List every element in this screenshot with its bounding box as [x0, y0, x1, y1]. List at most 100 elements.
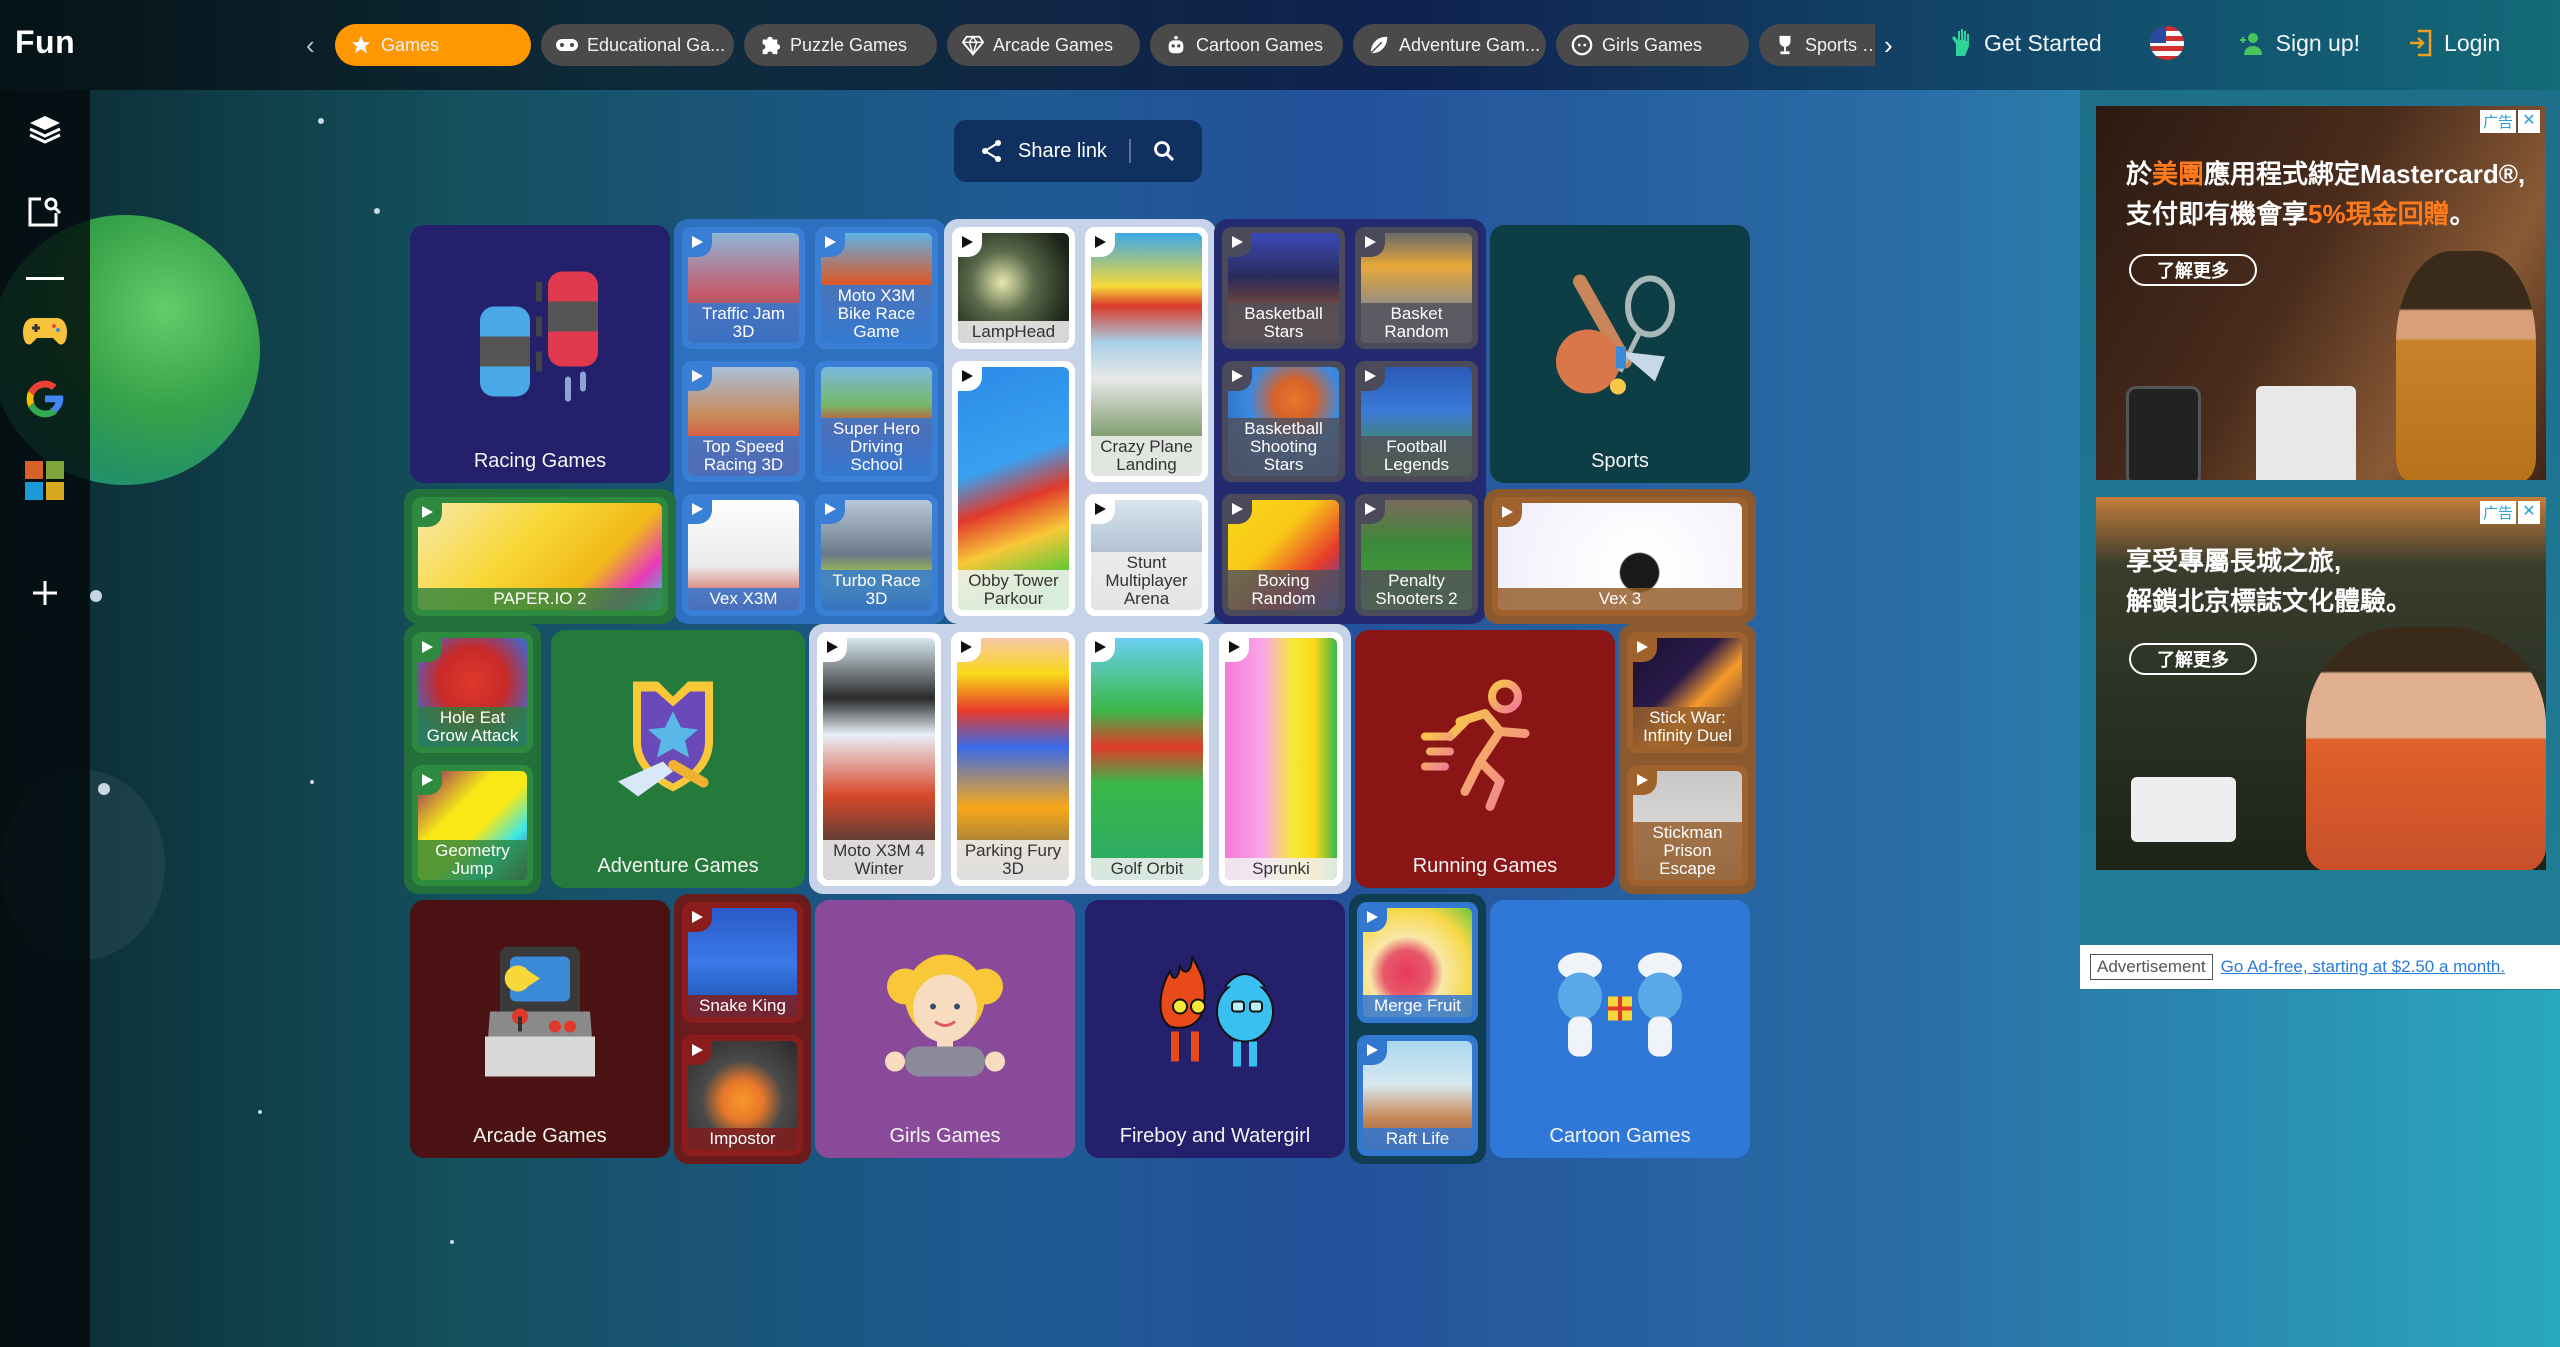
tabs-prev-arrow[interactable]: ‹ — [306, 30, 315, 61]
game-tile[interactable]: PAPER.IO 2 — [412, 497, 668, 616]
shield-sword-icon — [603, 666, 753, 821]
add-user-icon — [2238, 31, 2264, 55]
ad-person-image — [2396, 251, 2536, 480]
category-racing-games[interactable]: Racing Games — [410, 225, 670, 483]
racing-games-group: Traffic Jam 3D Moto X3M Bike Race Game T… — [674, 219, 946, 624]
tab-girls-games[interactable]: Girls Games — [1556, 24, 1749, 66]
plus-icon — [32, 580, 58, 611]
ad-headline: 於美團應用程式綁定Mastercard®, 支付即有機會享5%現金回贈。 — [2126, 159, 2526, 229]
game-tile[interactable]: Penalty Shooters 2 — [1355, 494, 1478, 616]
game-tile[interactable]: Crazy Plane Landing — [1085, 227, 1208, 483]
game-tile[interactable]: Basket Random — [1355, 227, 1478, 349]
search-page-button[interactable] — [22, 190, 68, 236]
game-tile[interactable]: Traffic Jam 3D — [682, 227, 805, 349]
get-started-button[interactable]: Get Started — [1950, 28, 2102, 58]
game-tile[interactable]: Raft Life — [1357, 1035, 1478, 1156]
google-button[interactable] — [22, 378, 68, 424]
arcade-machine-icon — [470, 936, 610, 1091]
game-tile[interactable]: LampHead — [952, 227, 1075, 349]
play-icon — [1085, 227, 1115, 257]
game-tile[interactable]: Geometry Jump — [412, 765, 533, 886]
game-tile[interactable]: Basketball Shooting Stars — [1222, 360, 1345, 483]
tab-educational-games[interactable]: Educational Ga... — [541, 24, 734, 66]
game-tile[interactable]: Golf Orbit — [1085, 632, 1209, 886]
game-tile[interactable]: Stick War: Infinity Duel — [1627, 632, 1748, 753]
account-actions: Get Started Sign up! Login — [1950, 26, 2548, 60]
close-ad-icon[interactable]: ✕ — [2518, 501, 2540, 524]
tab-adventure-games[interactable]: Adventure Gam... — [1353, 24, 1546, 66]
ad-learn-more-button[interactable]: 了解更多 — [2129, 254, 2257, 286]
puzzle-icon — [758, 33, 782, 57]
play-icon — [1357, 902, 1387, 932]
game-tile[interactable]: Moto X3M 4 Winter — [817, 632, 941, 886]
game-tile[interactable]: Football Legends — [1355, 360, 1478, 483]
top-navigation-bar: Fun ‹ Games Educational Ga... Puzzle Gam… — [0, 0, 2560, 90]
star — [310, 780, 314, 784]
layers-button[interactable] — [22, 108, 68, 154]
ad-person-image — [2306, 627, 2546, 870]
game-tile[interactable]: Moto X3M Bike Race Game — [815, 227, 938, 349]
games-button[interactable] — [22, 310, 68, 356]
star — [318, 118, 324, 124]
sidebar-divider — [26, 277, 64, 280]
play-icon — [682, 360, 712, 391]
running-person-icon — [1415, 671, 1555, 816]
site-logo[interactable]: Fun — [15, 24, 75, 61]
star — [258, 1110, 262, 1114]
go-ad-free-link[interactable]: Go Ad-free, starting at $2.50 a month. — [2221, 957, 2505, 977]
game-tile[interactable]: Stickman Prison Escape — [1627, 765, 1748, 886]
star — [450, 1240, 454, 1244]
game-tile[interactable]: Hole Eat Grow Attack — [412, 632, 533, 753]
category-arcade-games[interactable]: Arcade Games — [410, 900, 670, 1158]
share-search-bar: Share link — [954, 120, 1202, 182]
game-tile[interactable]: Sprunki — [1219, 632, 1343, 886]
sign-up-button[interactable]: Sign up! — [2238, 30, 2360, 57]
game-tile[interactable]: Super Hero Driving School — [815, 360, 938, 483]
search-icon[interactable] — [1153, 140, 1175, 162]
advertisement-banner-1[interactable]: 广告 ✕ 於美團應用程式綁定Mastercard®, 支付即有機會享5%現金回贈… — [2096, 106, 2546, 480]
language-flag-us[interactable] — [2149, 26, 2184, 60]
tabs-next-arrow[interactable]: › — [1884, 30, 1893, 61]
tab-puzzle-games[interactable]: Puzzle Games — [744, 24, 937, 66]
category-tabs: Games Educational Ga... Puzzle Games Arc… — [335, 24, 1875, 66]
tab-games[interactable]: Games — [335, 24, 531, 66]
category-running-games[interactable]: Running Games — [1355, 630, 1615, 888]
game-tile[interactable]: Parking Fury 3D — [951, 632, 1075, 886]
login-button[interactable]: Login — [2408, 29, 2500, 57]
microsoft-button[interactable] — [22, 460, 68, 506]
game-tile[interactable]: Stunt Multiplayer Arena — [1085, 494, 1208, 616]
game-tile[interactable]: Boxing Random — [1222, 494, 1345, 616]
game-tile[interactable]: Impostor — [682, 1035, 803, 1156]
tab-sports-games[interactable]: Sports Gar — [1759, 24, 1875, 66]
game-tile[interactable]: Basketball Stars — [1222, 227, 1345, 349]
tab-arcade-games[interactable]: Arcade Games — [947, 24, 1140, 66]
game-tile[interactable]: Vex X3M — [682, 494, 805, 616]
category-sports[interactable]: Sports — [1490, 225, 1750, 483]
category-fireboy-and-watergirl[interactable]: Fireboy and Watergirl — [1085, 900, 1345, 1158]
add-button[interactable] — [22, 572, 68, 618]
play-icon — [1627, 765, 1657, 795]
game-tile[interactable]: Vex 3 — [1492, 497, 1748, 616]
game-tile[interactable]: Top Speed Racing 3D — [682, 360, 805, 483]
play-icon — [1085, 494, 1115, 525]
featured-games-group: LampHead Crazy Plane Landing Obby Tower … — [944, 219, 1216, 624]
game-tile[interactable]: Obby Tower Parkour — [952, 360, 1075, 616]
play-icon — [682, 227, 712, 257]
share-link-button[interactable]: Share link — [980, 139, 1107, 163]
category-adventure-games[interactable]: Adventure Games — [551, 630, 805, 888]
close-ad-icon[interactable]: ✕ — [2518, 110, 2540, 133]
game-tile[interactable]: Turbo Race 3D — [815, 494, 938, 616]
game-tile[interactable]: Merge Fruit — [1357, 902, 1478, 1023]
play-icon — [1085, 632, 1115, 662]
play-icon — [817, 632, 847, 662]
tab-cartoon-games[interactable]: Cartoon Games — [1150, 24, 1343, 66]
game-thumbnail — [1091, 638, 1203, 880]
category-girls-games[interactable]: Girls Games — [815, 900, 1075, 1158]
microsoft-icon — [25, 460, 65, 506]
category-cartoon-games[interactable]: Cartoon Games — [1490, 900, 1750, 1158]
play-icon — [1222, 494, 1252, 525]
ad-learn-more-button[interactable]: 了解更多 — [2129, 643, 2257, 675]
advertisement-banner-2[interactable]: 广告 ✕ 享受專屬長城之旅, 解鎖北京標誌文化體驗。 了解更多 — [2096, 497, 2546, 870]
advertisement-label: Advertisement — [2090, 954, 2213, 980]
game-tile[interactable]: Snake King — [682, 902, 803, 1023]
